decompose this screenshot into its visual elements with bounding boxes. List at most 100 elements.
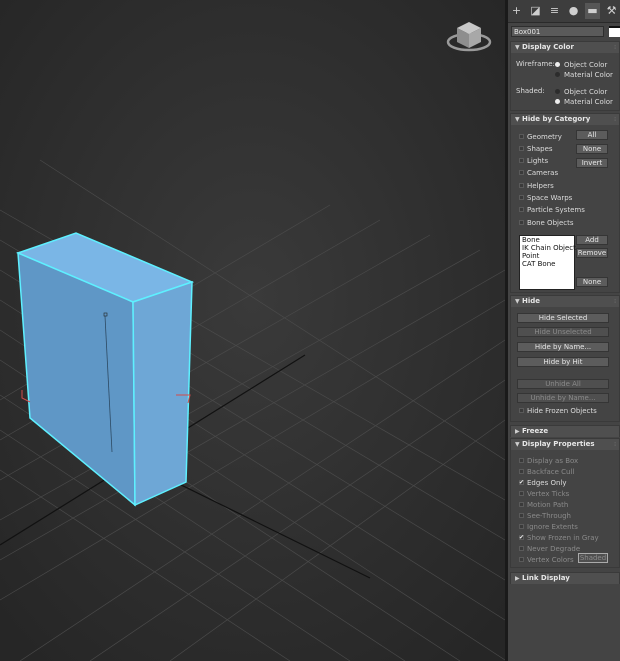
freeze-rollout: ▶ Freeze [510,425,620,437]
never-degrade-checkbox[interactable] [519,546,524,551]
command-panel: + ◪ ≡ ● ▬ ⚒ Box001 ▼ Display Color ⁝ Wir… [508,0,620,661]
none-list-button[interactable]: None [576,277,608,287]
ignore-extents-label: Ignore Extents [527,523,578,531]
collapse-arrow-icon: ▼ [515,298,520,305]
rollout-title: Hide by Category [522,115,591,123]
helpers-checkbox[interactable] [519,183,524,188]
shaded-label: Shaded: [516,87,545,95]
rollout-grip-icon: ⁝ [614,298,616,305]
create-icon[interactable]: + [509,3,524,19]
unhide-by-name-button[interactable]: Unhide by Name... [517,393,609,403]
hierarchy-icon[interactable]: ≡ [547,3,562,19]
bone-objects-checkbox[interactable] [519,220,524,225]
hide-unselected-button[interactable]: Hide Unselected [517,327,609,337]
rollout-title: Display Color [522,43,574,51]
display-as-box-checkbox[interactable] [519,458,524,463]
show-frozen-in-gray-label: Show Frozen in Gray [527,534,599,542]
display-properties-header[interactable]: ▼ Display Properties ⁝ [511,439,619,450]
motion-path-checkbox[interactable] [519,502,524,507]
invert-button[interactable]: Invert [576,158,608,168]
bone-objects-label: Bone Objects [527,219,574,227]
edges-only-label: Edges Only [527,479,567,487]
add-button[interactable]: Add [576,235,608,245]
shaded-material-color-label: Material Color [564,98,613,106]
perspective-viewport[interactable] [0,0,505,661]
lights-checkbox[interactable] [519,158,524,163]
geometry-checkbox[interactable] [519,134,524,139]
command-panel-tabs: + ◪ ≡ ● ▬ ⚒ [508,0,620,23]
rollout-title: Freeze [522,427,549,435]
link-display-header[interactable]: ▶ Link Display [511,573,619,584]
wireframe-material-color-radio[interactable] [555,72,560,77]
see-through-checkbox[interactable] [519,513,524,518]
link-display-rollout: ▶ Link Display [510,572,620,584]
checkmark-icon: ✔ [519,534,525,541]
collapse-arrow-icon: ▼ [515,44,520,51]
none-button[interactable]: None [576,144,608,154]
hide-by-hit-button[interactable]: Hide by Hit [517,357,609,367]
wireframe-object-color-label: Object Color [564,61,608,69]
object-name-field[interactable]: Box001 [511,26,604,37]
particle-systems-checkbox[interactable] [519,207,524,212]
shaded-object-color-radio[interactable] [555,89,560,94]
rollout-grip-icon: ⁝ [614,441,616,448]
display-color-header[interactable]: ▼ Display Color ⁝ [511,42,619,53]
list-item[interactable]: IK Chain Object [522,244,576,252]
list-item[interactable]: Bone [522,236,574,244]
vertex-ticks-checkbox[interactable] [519,491,524,496]
backface-cull-checkbox[interactable] [519,469,524,474]
rollout-grip-icon: ⁝ [614,44,616,51]
hide-by-category-header[interactable]: ▼ Hide by Category ⁝ [511,114,619,125]
modify-icon[interactable]: ◪ [528,3,543,19]
never-degrade-label: Never Degrade [527,545,581,553]
shaded-button[interactable]: Shaded [578,553,608,563]
rollout-grip-icon: ⁝ [614,116,616,123]
list-item[interactable]: Point [522,252,574,260]
shapes-checkbox[interactable] [519,146,524,151]
display-properties-rollout: ▼ Display Properties ⁝ Display as Box Ba… [510,438,620,568]
see-through-label: See-Through [527,512,571,520]
hide-by-category-rollout: ▼ Hide by Category ⁝ Geometry Shapes Lig… [510,113,620,293]
particle-systems-label: Particle Systems [527,206,585,214]
bone-filter-list[interactable]: Bone IK Chain Object Point CAT Bone [519,235,576,290]
hide-by-name-button[interactable]: Hide by Name... [517,342,609,352]
shaded-material-color-radio[interactable] [555,99,560,104]
backface-cull-label: Backface Cull [527,468,575,476]
unhide-all-button[interactable]: Unhide All [517,379,609,389]
display-as-box-label: Display as Box [527,457,579,465]
ignore-extents-checkbox[interactable] [519,524,524,529]
space-warps-checkbox[interactable] [519,195,524,200]
expand-arrow-icon: ▶ [515,428,520,435]
hide-frozen-label: Hide Frozen Objects [527,407,597,415]
motion-icon[interactable]: ● [566,3,581,19]
expand-arrow-icon: ▶ [515,575,520,582]
geometry-label: Geometry [527,133,562,141]
space-warps-label: Space Warps [527,194,573,202]
lights-label: Lights [527,157,549,165]
cameras-label: Cameras [527,169,559,177]
hide-header[interactable]: ▼ Hide ⁝ [511,296,619,307]
vertex-ticks-label: Vertex Ticks [527,490,570,498]
vertex-colors-checkbox[interactable] [519,557,524,562]
rollout-title: Display Properties [522,440,595,448]
utilities-icon[interactable]: ⚒ [604,3,619,19]
hide-frozen-checkbox[interactable] [519,408,524,413]
hide-rollout: ▼ Hide ⁝ Hide Selected Hide Unselected H… [510,295,620,422]
rollout-title: Hide [522,297,541,305]
list-item[interactable]: CAT Bone [522,260,574,268]
vertex-colors-label: Vertex Colors [527,556,574,564]
wireframe-object-color-radio[interactable] [555,62,560,67]
display-color-rollout: ▼ Display Color ⁝ Wireframe: Object Colo… [510,41,620,111]
display-icon[interactable]: ▬ [585,3,600,19]
freeze-header[interactable]: ▶ Freeze [511,426,619,437]
rollout-title: Link Display [522,574,570,582]
viewport-canvas[interactable] [0,0,505,661]
object-color-swatch[interactable] [609,26,620,37]
hide-selected-button[interactable]: Hide Selected [517,313,609,323]
all-button[interactable]: All [576,130,608,140]
cameras-checkbox[interactable] [519,170,524,175]
motion-path-label: Motion Path [527,501,569,509]
helpers-label: Helpers [527,182,554,190]
collapse-arrow-icon: ▼ [515,441,520,448]
remove-button[interactable]: Remove [576,248,608,258]
